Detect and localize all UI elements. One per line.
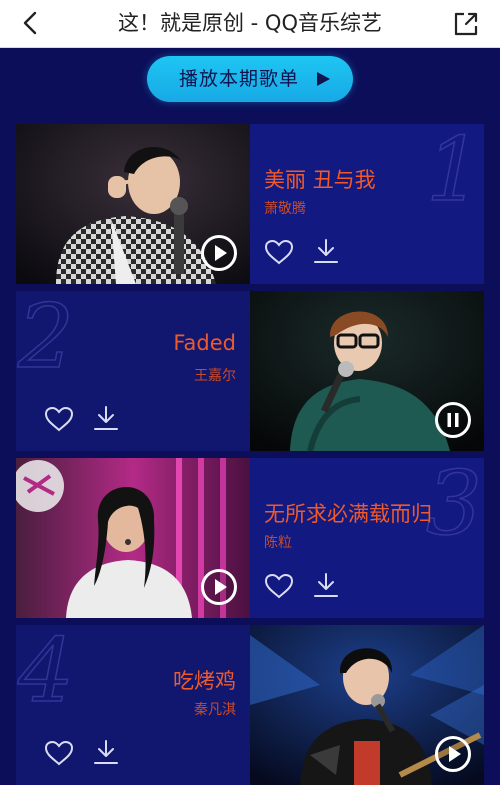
rank-number: 1: [425, 118, 483, 221]
page-title: 这！就是原创 - QQ音乐综艺: [118, 11, 382, 35]
download-icon[interactable]: [312, 237, 340, 265]
song-card-2[interactable]: 2 Faded 王嘉尔: [16, 291, 484, 451]
song-title[interactable]: 吃烤鸡: [173, 665, 236, 695]
play-playlist-button[interactable]: 播放本期歌单: [147, 56, 353, 102]
song-photo-2[interactable]: [250, 291, 484, 451]
song-info-3: 3 无所求必满载而归 陈粒: [250, 458, 484, 618]
song-photo-4[interactable]: [250, 625, 484, 785]
song-info-4: 4 吃烤鸡 秦凡淇: [16, 625, 250, 785]
heart-icon[interactable]: [264, 573, 294, 599]
pause-icon[interactable]: [434, 401, 472, 439]
song-card-1[interactable]: 1 美丽 丑与我 萧敬腾: [16, 124, 484, 284]
play-icon[interactable]: [434, 735, 472, 773]
rank-number: 4: [17, 619, 75, 722]
rank-number: 3: [425, 452, 483, 555]
song-artist[interactable]: 萧敬腾: [264, 198, 306, 218]
download-icon[interactable]: [312, 571, 340, 599]
share-icon[interactable]: [452, 10, 480, 38]
song-title[interactable]: 无所求必满载而归: [264, 498, 432, 528]
back-arrow-icon[interactable]: [18, 10, 44, 36]
song-info-1: 1 美丽 丑与我 萧敬腾: [250, 124, 484, 284]
play-icon[interactable]: [200, 234, 238, 272]
heart-icon[interactable]: [264, 239, 294, 265]
song-card-4[interactable]: 4 吃烤鸡 秦凡淇: [16, 625, 484, 785]
song-title[interactable]: Faded: [173, 331, 236, 355]
song-title[interactable]: 美丽 丑与我: [264, 164, 376, 194]
song-artist[interactable]: 王嘉尔: [194, 365, 236, 385]
download-icon[interactable]: [92, 404, 120, 432]
song-info-2: 2 Faded 王嘉尔: [16, 291, 250, 451]
heart-icon[interactable]: [44, 740, 74, 766]
play-icon[interactable]: [200, 568, 238, 606]
song-artist[interactable]: 秦凡淇: [194, 699, 236, 719]
heart-icon[interactable]: [44, 406, 74, 432]
song-photo-3[interactable]: [16, 458, 250, 618]
song-photo-1[interactable]: [16, 124, 250, 284]
rank-number: 2: [17, 285, 75, 388]
song-card-3[interactable]: 3 无所求必满载而归 陈粒: [16, 458, 484, 618]
play-triangle-icon: [317, 72, 330, 86]
download-icon[interactable]: [92, 738, 120, 766]
play-playlist-label: 播放本期歌单: [179, 68, 300, 90]
song-artist[interactable]: 陈粒: [264, 532, 292, 552]
top-bar: 这！就是原创 - QQ音乐综艺: [0, 0, 500, 48]
